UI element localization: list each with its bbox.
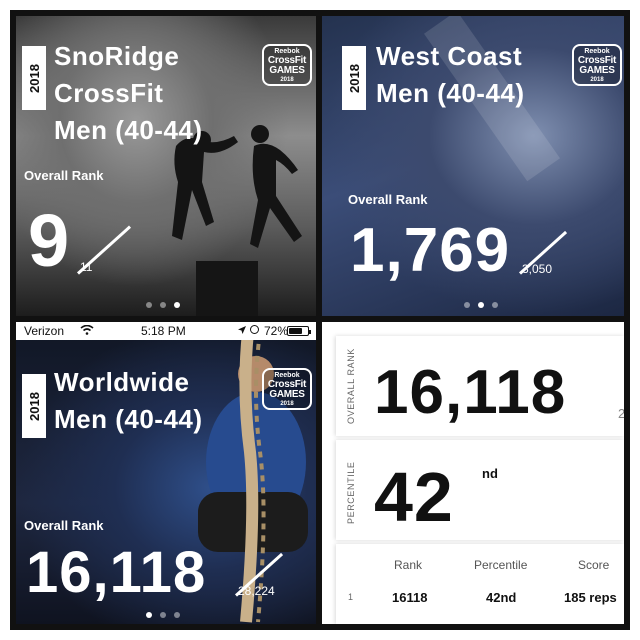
logo-year: 2018 (590, 77, 604, 83)
ios-status-bar: Verizon 5:18 PM 72% (16, 322, 316, 340)
title-line: Men (40-44) (54, 115, 203, 145)
panel-title: SnoRidge CrossFit Men (40-44) (54, 38, 203, 149)
title-line: Men (40-44) (376, 78, 525, 108)
total-competitors: 11 (80, 260, 93, 274)
year-badge: 2018 (22, 374, 46, 438)
total-competitors: 28,224 (238, 584, 275, 598)
table-cell-percentile: 42nd (486, 590, 517, 605)
west-coast-rank-card[interactable]: 2018 West Coast Men (40-44) Reebok Cross… (322, 16, 624, 316)
battery-icon (287, 326, 311, 336)
page-dot[interactable] (174, 612, 180, 618)
crossfit-games-logo: Reebok CrossFit GAMES 2018 (572, 44, 622, 86)
total-competitors: 3,050 (522, 262, 553, 276)
title-line: Worldwide (54, 367, 190, 397)
overall-rank-label: Overall Rank (24, 168, 104, 183)
logo-year: 2018 (280, 77, 294, 83)
percentile-caption: PERCENTILE (346, 461, 356, 524)
title-line: CrossFit (54, 78, 164, 108)
title-line: Men (40-44) (54, 404, 203, 434)
overall-rank-value: 16,118 (26, 540, 207, 605)
table-row-index: 1 (348, 592, 354, 602)
table-header-percentile: Percentile (474, 558, 528, 572)
logo-brand: Reebok (274, 48, 300, 55)
overall-rank-value: 1,769 (350, 216, 511, 285)
logo-brand: Reebok (274, 372, 300, 379)
overall-rank-label: Overall Rank (348, 192, 428, 207)
page-dot-active[interactable] (478, 302, 484, 308)
overall-rank-caption: OVERALL RANK (346, 348, 356, 424)
page-dot-active[interactable] (174, 302, 180, 308)
overall-rank-label: Overall Rank (24, 518, 104, 533)
page-dot[interactable] (146, 302, 152, 308)
overall-rank-trailing: 2 (618, 406, 624, 421)
page-indicator[interactable] (146, 302, 180, 308)
crossfit-games-logo: Reebok CrossFit GAMES 2018 (262, 44, 312, 86)
logo-line2: GAMES (269, 65, 305, 76)
page-dot[interactable] (160, 302, 166, 308)
carrier-name: Verizon (24, 324, 65, 338)
overall-rank-number: 16,118 (374, 358, 567, 427)
table-cell-score: 185 reps (564, 590, 617, 605)
overall-rank-value: 9 (28, 199, 71, 282)
title-line: West Coast (376, 41, 523, 71)
logo-year: 2018 (280, 401, 294, 407)
logo-line2: GAMES (579, 65, 615, 76)
percentile-number: 42 (374, 458, 454, 536)
year-badge: 2018 (22, 46, 46, 110)
percentile-suffix: nd (482, 466, 498, 481)
year-badge: 2018 (342, 46, 366, 110)
page-dot[interactable] (492, 302, 498, 308)
page-dot[interactable] (160, 612, 166, 618)
wifi-icon (80, 325, 94, 335)
logo-brand: Reebok (584, 48, 610, 55)
page-dot-active[interactable] (146, 612, 152, 618)
results-detail-panel[interactable]: OVERALL RANK 16,118 2 PERCENTILE 42 nd R… (322, 322, 624, 624)
table-header-score: Score (578, 558, 610, 572)
logo-line2: GAMES (269, 389, 305, 400)
title-line: SnoRidge (54, 41, 180, 71)
status-time: 5:18 PM (141, 324, 186, 338)
snoridge-rank-card[interactable]: 2018 SnoRidge CrossFit Men (40-44) Reebo… (16, 16, 316, 316)
panel-title: West Coast Men (40-44) (376, 38, 525, 112)
alarm-icon (250, 325, 259, 334)
page-indicator[interactable] (464, 302, 498, 308)
table-header-rank: Rank (394, 558, 423, 572)
score-table: Rank Percentile Score 1 16118 42nd 185 r… (336, 544, 624, 624)
percentile-card[interactable]: PERCENTILE 42 nd (336, 440, 624, 540)
location-arrow-icon (238, 326, 246, 334)
overall-rank-card[interactable]: OVERALL RANK 16,118 2 (336, 336, 624, 436)
page-dot[interactable] (464, 302, 470, 308)
panel-title: Worldwide Men (40-44) (54, 364, 203, 438)
screenshot-collage: 2018 SnoRidge CrossFit Men (40-44) Reebo… (10, 10, 630, 630)
worldwide-rank-card[interactable]: Verizon 5:18 PM 72% 2018 Worldwide Men (… (16, 322, 316, 624)
table-cell-rank: 16118 (392, 590, 428, 605)
crossfit-games-logo: Reebok CrossFit GAMES 2018 (262, 368, 312, 410)
battery-percent: 72% (264, 324, 289, 338)
page-indicator[interactable] (146, 612, 180, 618)
